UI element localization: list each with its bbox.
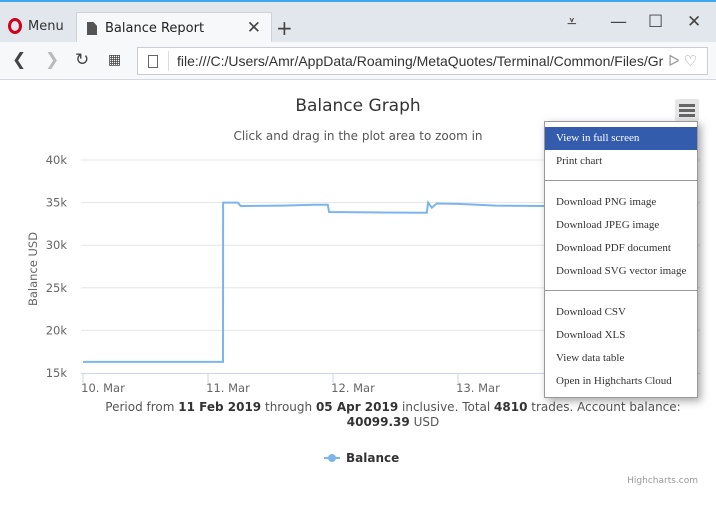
menu-download-png[interactable]: Download PNG image [545, 191, 697, 214]
menu-download-xls[interactable]: Download XLS [545, 324, 697, 347]
y-tick-label: 25k [46, 281, 68, 295]
x-tick-label: 12. Mar [331, 381, 375, 395]
highcharts-credits-link[interactable]: Highcharts.com [627, 476, 698, 486]
menu-view-full-screen[interactable]: View in full screen [545, 127, 697, 150]
menu-download-csv[interactable]: Download CSV [545, 301, 697, 324]
export-menu-button[interactable] [675, 99, 699, 121]
legend-symbol [324, 454, 340, 462]
x-tick-label: 10. Mar [81, 381, 125, 395]
chart-caption: Period from 11 Feb 2019 through 05 Apr 2… [105, 400, 681, 429]
series-line-balance [83, 199, 546, 363]
y-tick-label: 40k [46, 153, 68, 167]
menu-separator [545, 290, 697, 291]
export-menu: View in full screen Print chart Download… [544, 121, 698, 398]
x-tick-label: 11. Mar [206, 381, 250, 395]
legend-item-balance[interactable]: Balance [324, 451, 399, 465]
legend-label: Balance [346, 451, 400, 465]
y-tick-label: 15k [46, 366, 68, 380]
menu-download-pdf[interactable]: Download PDF document [545, 237, 697, 260]
menu-download-svg[interactable]: Download SVG vector image [545, 260, 697, 283]
menu-view-data-table[interactable]: View data table [545, 347, 697, 370]
y-tick-label: 20k [46, 323, 68, 337]
y-tick-label: 35k [46, 196, 68, 210]
menu-separator [545, 180, 697, 181]
menu-print-chart[interactable]: Print chart [545, 150, 697, 173]
menu-download-jpeg[interactable]: Download JPEG image [545, 214, 697, 237]
x-tick-label: 13. Mar [456, 381, 500, 395]
menu-open-highcharts-cloud[interactable]: Open in Highcharts Cloud [545, 370, 697, 393]
y-tick-label: 30k [46, 238, 68, 252]
